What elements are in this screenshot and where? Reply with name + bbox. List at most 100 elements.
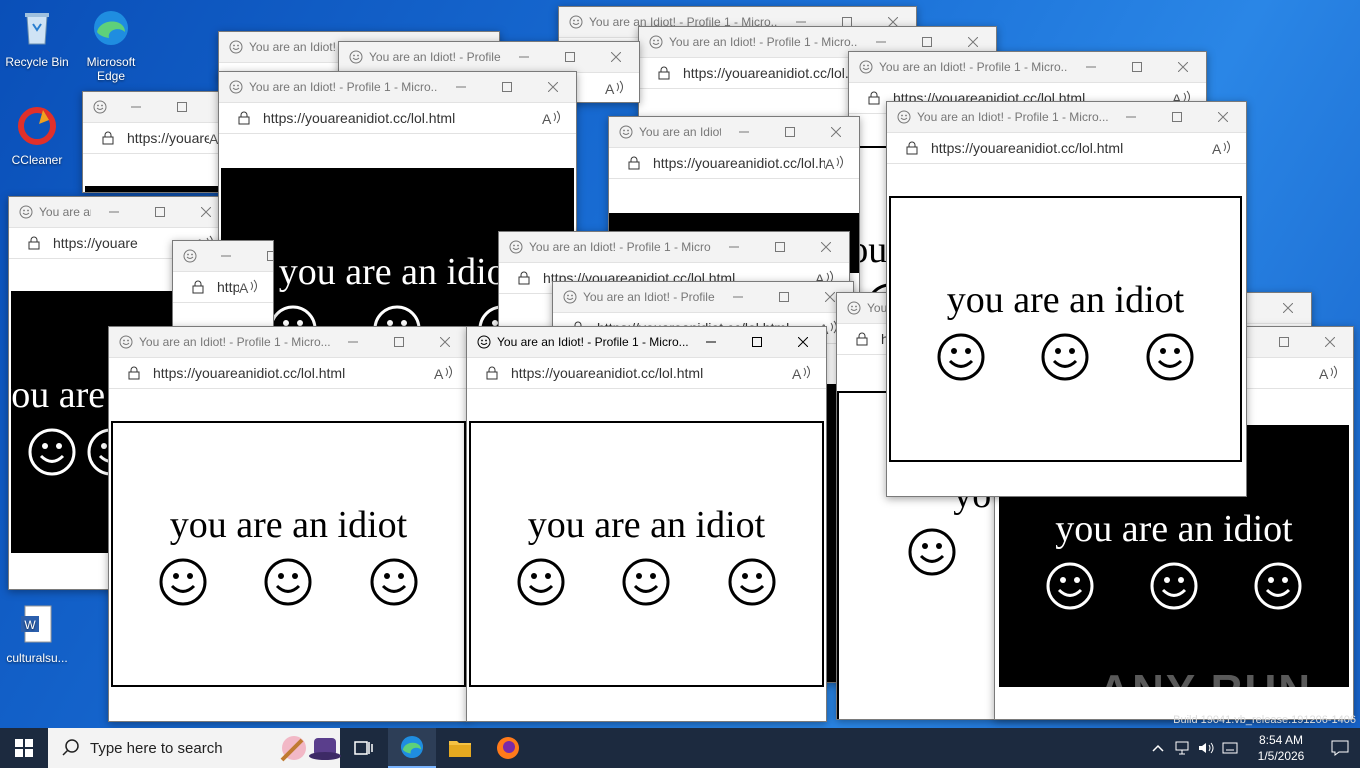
close-button[interactable] [780,327,826,357]
maximize-button[interactable] [761,282,807,312]
search-icon [62,739,79,756]
start-button[interactable] [0,728,48,768]
close-icon [548,82,558,92]
read-aloud-icon[interactable]: A [239,279,259,295]
read-aloud-icon[interactable]: A [825,155,845,171]
read-aloud-icon[interactable]: A [434,365,454,381]
minimize-button[interactable] [330,327,376,357]
smiley-face-icon [937,333,985,381]
smiley-face-icon [622,558,670,606]
minimize-button[interactable] [1108,102,1154,132]
smiley-favicon-icon [619,125,633,139]
maximize-button[interactable] [1114,52,1160,82]
show-hidden-icons-button[interactable] [1146,728,1170,768]
maximize-button[interactable] [1154,102,1200,132]
window-titlebar[interactable]: You are an Idiot! - Profile 1 - Micro... [109,327,468,357]
minimize-button[interactable] [721,117,767,147]
idiot-phrase: you are an idiot [946,279,1185,321]
maximize-button[interactable] [249,241,273,271]
taskbar-edge-button[interactable] [388,728,436,768]
address-bar[interactable]: https://youareanidiot.cc/lol.html A [467,357,826,389]
maximize-button[interactable] [159,92,205,122]
minimize-button[interactable] [715,282,761,312]
maximize-button[interactable] [757,232,803,262]
window-title: You are an Idiot! - Profile 1 - Micro... [369,50,501,64]
lock-icon [128,366,140,380]
chevron-up-icon [1152,744,1164,752]
window-titlebar[interactable]: You are an Idiot! - Profile 1 - Micro... [219,72,576,102]
window-titlebar[interactable]: You are an Idiot! - Profile 1 - Micro... [467,327,826,357]
address-bar[interactable]: https://youareanidiot.cc/lol.html A [219,102,576,134]
network-button[interactable] [1170,728,1194,768]
close-button[interactable] [422,327,468,357]
minimize-button[interactable] [113,92,159,122]
window-titlebar[interactable]: You are an Idiot! - Profile 1 - Micro... [609,117,859,147]
window-titlebar[interactable]: You are an Idiot! - Profile 1 - Micro... [339,42,639,72]
address-bar[interactable]: https://youareanidiot.cc/lol.html A [887,132,1246,164]
maximize-button[interactable] [484,72,530,102]
volume-button[interactable] [1194,728,1218,768]
smiley-face-icon [1254,562,1302,610]
windows-logo-icon [15,739,33,757]
read-aloud-icon[interactable]: A [792,365,812,381]
close-icon [1218,112,1228,122]
close-button[interactable] [803,232,849,262]
maximize-icon [922,37,932,47]
window-titlebar[interactable]: You are an Idiot! - Profile 1 - Micro... [553,282,853,312]
maximize-icon [1172,112,1182,122]
close-button[interactable] [1265,293,1311,323]
popup-window[interactable]: You are an Idiot! - Profile 1 - Micro...… [108,326,469,722]
window-titlebar[interactable]: You are an Idiot! - Profile 1 - Micro... [887,102,1246,132]
maximize-button[interactable] [767,117,813,147]
maximize-button[interactable] [137,197,183,227]
taskbar-firefox-button[interactable] [484,728,532,768]
taskbar-file-explorer-button[interactable] [436,728,484,768]
search-box[interactable]: Type here to search [48,728,341,768]
minimize-button[interactable] [1068,52,1114,82]
window-titlebar[interactable]: You are an Idiot! - Profile 1 - Micro... [849,52,1206,82]
close-button[interactable] [1200,102,1246,132]
minimize-button[interactable] [688,327,734,357]
maximize-button[interactable] [1261,327,1307,357]
desktop-icon-document[interactable]: W culturalsu... [0,604,74,665]
window-titlebar[interactable]: You are an Idiot! - Profile 1 - Micro... [9,197,229,227]
read-aloud-icon[interactable]: A [605,80,625,96]
input-method-button[interactable] [1218,728,1242,768]
watermark: ANY RUN [1098,666,1312,715]
minimize-button[interactable] [711,232,757,262]
idiot-banner: you are an idiot [469,421,824,687]
read-aloud-icon[interactable]: A [1212,140,1232,156]
popup-window[interactable]: You are an Idiot! - Profile 1 - Micro...… [886,101,1247,497]
minimize-button[interactable] [91,197,137,227]
popup-window[interactable]: You are an Idiot! - Profile 1 - Micro...… [466,326,827,722]
minimize-button[interactable] [501,42,547,72]
read-aloud-icon[interactable]: A [542,110,562,126]
keyboard-icon [1222,742,1238,754]
svg-text:A: A [825,156,835,171]
address-bar[interactable]: https://youareanidiot.cc/lol.html A [609,147,859,179]
idiot-phrase: you are an idiot [169,504,408,546]
window-titlebar[interactable]: You are an Idiot! - Pr [173,241,273,271]
window-titlebar[interactable]: You are an Idiot! - Profile 1 - Micro... [499,232,849,262]
desktop-icon-recycle-bin[interactable]: Recycle Bin [0,8,74,69]
maximize-button[interactable] [734,327,780,357]
minimize-button[interactable] [438,72,484,102]
address-bar[interactable]: https://youareanidiot.cc/lol.html A [109,357,468,389]
notifications-button[interactable] [1320,728,1360,768]
clock[interactable]: 8:54 AM 1/5/2026 [1242,732,1320,764]
read-aloud-icon[interactable]: A [1319,365,1339,381]
close-button[interactable] [813,117,859,147]
svg-text:A: A [605,81,615,96]
close-button[interactable] [1160,52,1206,82]
lock-icon [518,271,530,285]
desktop-icon-ccleaner[interactable]: CCleaner [0,106,74,167]
close-button[interactable] [593,42,639,72]
maximize-button[interactable] [376,327,422,357]
maximize-button[interactable] [547,42,593,72]
minimize-icon [729,246,739,248]
desktop-icon-edge[interactable]: Microsoft Edge [74,8,148,83]
minimize-button[interactable] [203,241,249,271]
address-bar[interactable]: https://youare A [173,271,273,303]
close-button[interactable] [1307,327,1353,357]
close-button[interactable] [530,72,576,102]
